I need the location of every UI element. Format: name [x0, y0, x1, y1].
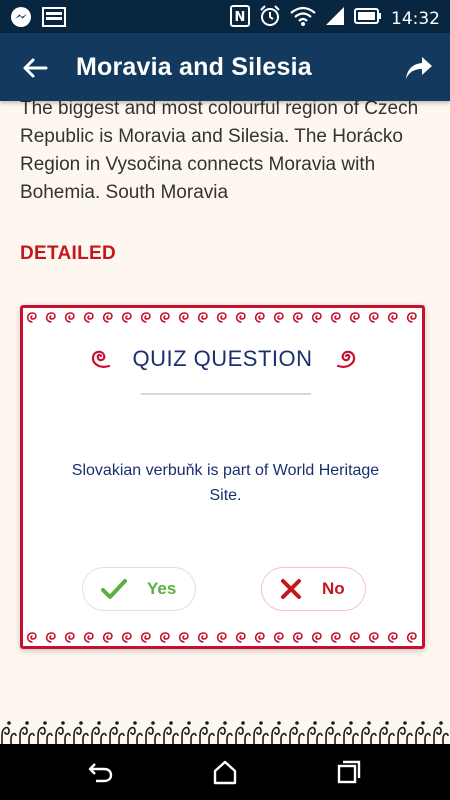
svg-text:N: N — [235, 10, 246, 25]
quiz-card: QUIZ QUESTION Slovakian verbuňk is part … — [20, 305, 425, 649]
no-button[interactable]: No — [261, 567, 366, 611]
yes-button[interactable]: Yes — [82, 567, 196, 611]
back-button[interactable] — [20, 53, 50, 83]
status-time: 14:32 — [391, 8, 440, 29]
close-icon — [281, 579, 301, 599]
no-label: No — [322, 579, 345, 598]
swirl-ornament-icon — [91, 350, 111, 368]
arrow-back-icon — [23, 58, 48, 78]
checkmark-icon — [101, 579, 127, 599]
nav-recents-button[interactable] — [334, 758, 364, 786]
quiz-question: Slovakian verbuňk is part of World Herit… — [71, 462, 380, 504]
swirl-ornament-icon — [336, 350, 356, 368]
ornament-border-bottom — [23, 630, 422, 644]
yes-label: Yes — [147, 579, 177, 598]
image-icon — [42, 7, 66, 32]
page-title: Moravia and Silesia — [76, 53, 312, 81]
region-description: The biggest and most colourful region of… — [20, 101, 419, 203]
recents-icon — [337, 760, 361, 784]
battery-icon — [354, 8, 382, 29]
ornament-border-top — [23, 310, 422, 324]
footer-ornament — [0, 717, 450, 747]
content-area[interactable]: The biggest and most colourful region of… — [0, 101, 450, 717]
share-button[interactable] — [404, 53, 434, 83]
app-bar: Moravia and Silesia — [0, 33, 450, 101]
quiz-title: QUIZ QUESTION — [132, 346, 313, 371]
wifi-icon — [290, 5, 316, 32]
navigation-bar — [0, 744, 450, 800]
home-icon — [213, 760, 237, 785]
signal-icon — [325, 6, 345, 31]
detailed-link[interactable]: DETAILED — [20, 243, 116, 265]
nav-back-button[interactable] — [86, 758, 116, 786]
back-icon — [88, 763, 113, 783]
alarm-icon — [259, 5, 281, 32]
nfc-icon: N — [230, 5, 250, 32]
quiz-header: QUIZ QUESTION — [23, 346, 422, 372]
nav-home-button[interactable] — [210, 758, 240, 786]
status-bar: N 14:32 — [0, 0, 450, 33]
share-icon — [406, 57, 432, 79]
quiz-divider — [141, 393, 311, 395]
messenger-icon — [10, 6, 32, 33]
